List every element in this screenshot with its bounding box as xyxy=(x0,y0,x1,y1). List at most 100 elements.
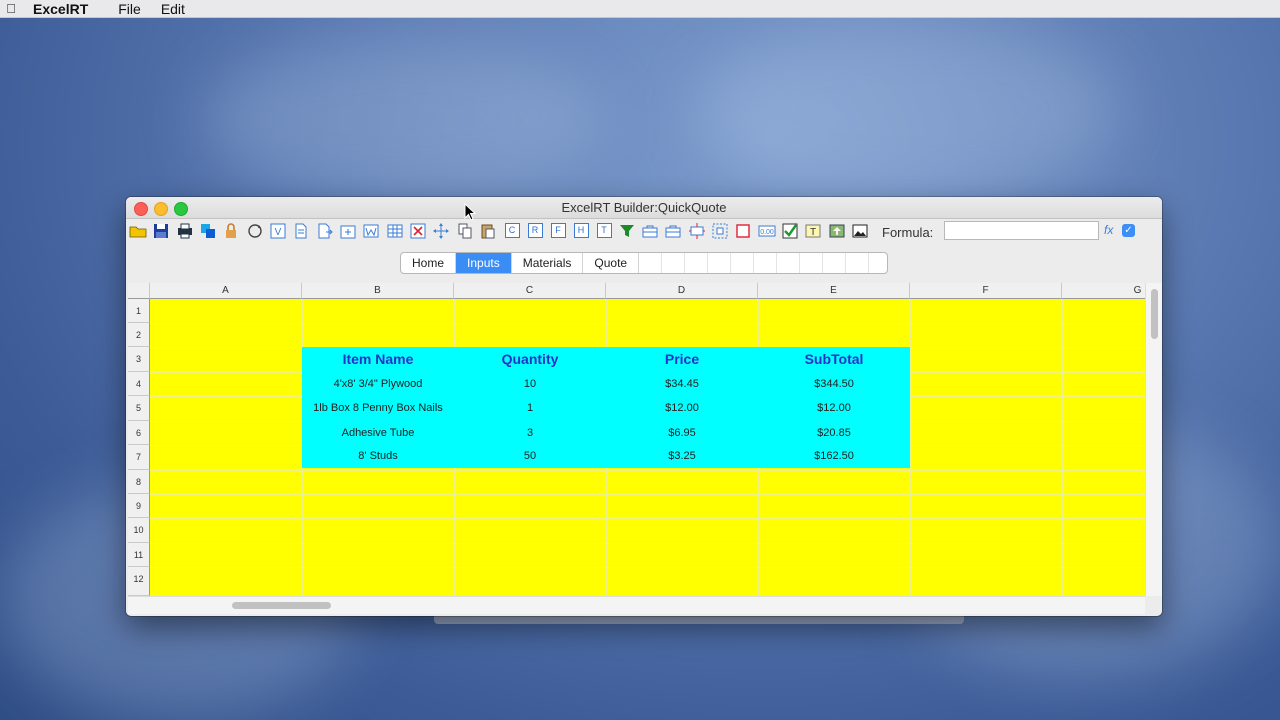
expand-icon[interactable] xyxy=(687,222,707,240)
title-bar[interactable]: ExcelRT Builder:QuickQuote xyxy=(126,197,1162,219)
row-header[interactable]: 6 xyxy=(128,421,150,445)
copy-sheet-icon[interactable] xyxy=(198,222,218,240)
w-icon[interactable] xyxy=(361,222,381,240)
table-cell[interactable]: $6.95 xyxy=(606,421,758,445)
insert-row-icon[interactable] xyxy=(315,222,335,240)
toolbox2-icon[interactable] xyxy=(663,222,683,240)
column-header[interactable]: F xyxy=(910,283,1062,299)
t-icon[interactable]: T xyxy=(596,223,612,238)
tab-empty[interactable] xyxy=(731,253,755,273)
checkbox-icon[interactable] xyxy=(780,222,800,240)
h-icon[interactable]: H xyxy=(573,223,589,238)
refresh-icon[interactable] xyxy=(245,222,265,240)
tab-empty[interactable] xyxy=(708,253,732,273)
table-cell[interactable]: Adhesive Tube xyxy=(302,421,454,445)
table-header-cell[interactable]: Quantity xyxy=(454,347,606,372)
menu-edit[interactable]: Edit xyxy=(161,1,185,17)
table-cell[interactable]: 50 xyxy=(454,445,606,468)
copy-icon[interactable] xyxy=(455,222,475,240)
formula-input[interactable] xyxy=(944,221,1099,240)
number-format-icon[interactable]: 0.00 xyxy=(757,222,777,240)
horizontal-scroll-thumb[interactable] xyxy=(232,602,331,609)
row-header[interactable]: 3 xyxy=(128,347,150,372)
tab-home[interactable]: Home xyxy=(401,253,457,273)
vertical-scrollbar[interactable] xyxy=(1145,283,1162,596)
tab-empty[interactable] xyxy=(662,253,686,273)
table-cell[interactable]: 1lb Box 8 Penny Box Nails xyxy=(302,396,454,421)
f-icon[interactable]: F xyxy=(550,223,566,238)
column-header[interactable]: C xyxy=(454,283,606,299)
table-cell[interactable]: $20.85 xyxy=(758,421,910,445)
table-cell[interactable]: 3 xyxy=(454,421,606,445)
v-icon[interactable]: V xyxy=(268,222,288,240)
vertical-scroll-thumb[interactable] xyxy=(1151,289,1158,339)
row-header[interactable]: 5 xyxy=(128,396,150,421)
table-header-cell[interactable]: SubTotal xyxy=(758,347,910,372)
grid-icon[interactable] xyxy=(385,222,405,240)
table-header-cell[interactable]: Item Name xyxy=(302,347,454,372)
c-icon[interactable]: C xyxy=(504,223,520,238)
row-header[interactable]: 10 xyxy=(128,518,150,543)
table-cell[interactable]: $3.25 xyxy=(606,445,758,468)
corner-header[interactable] xyxy=(128,283,150,299)
table-cell[interactable]: $34.45 xyxy=(606,372,758,396)
column-header[interactable]: G xyxy=(1062,283,1145,299)
close-window-button[interactable] xyxy=(134,202,148,216)
document-icon[interactable] xyxy=(291,222,311,240)
delete-icon[interactable] xyxy=(408,222,428,240)
row-header[interactable]: 4 xyxy=(128,372,150,396)
table-cell[interactable]: 1 xyxy=(454,396,606,421)
column-header[interactable]: E xyxy=(758,283,910,299)
horizontal-scrollbar[interactable] xyxy=(128,596,1145,614)
open-folder-icon[interactable] xyxy=(128,222,148,240)
filter-icon[interactable] xyxy=(617,222,637,240)
table-cell[interactable]: $162.50 xyxy=(758,445,910,468)
paste-icon[interactable] xyxy=(478,222,498,240)
row-header[interactable]: 2 xyxy=(128,323,150,347)
table-cell[interactable]: $344.50 xyxy=(758,372,910,396)
row-header[interactable]: 11 xyxy=(128,543,150,567)
tab-empty[interactable] xyxy=(846,253,870,273)
menu-app-name[interactable]: ExcelRT xyxy=(33,1,88,17)
table-cell[interactable]: 4'x8' 3/4" Plywood xyxy=(302,372,454,396)
table-header-cell[interactable]: Price xyxy=(606,347,758,372)
column-header[interactable]: B xyxy=(302,283,454,299)
fx-icon[interactable]: fx xyxy=(1104,223,1113,237)
column-header[interactable]: D xyxy=(606,283,758,299)
r-icon[interactable]: R xyxy=(527,223,543,238)
menu-file[interactable]: File xyxy=(118,1,141,17)
table-cell[interactable]: 10 xyxy=(454,372,606,396)
insert-column-icon[interactable] xyxy=(338,222,358,240)
tab-quote[interactable]: Quote xyxy=(583,253,640,273)
move-icon[interactable] xyxy=(431,222,451,240)
spreadsheet-grid[interactable]: A B C D E F G 1 2 3 4 5 6 7 8 9 10 11 12 xyxy=(128,283,1145,596)
table-cell[interactable]: 8' Studs xyxy=(302,445,454,468)
picture-icon[interactable] xyxy=(850,222,870,240)
table-cell[interactable]: $12.00 xyxy=(758,396,910,421)
tab-empty[interactable] xyxy=(823,253,847,273)
border-icon[interactable] xyxy=(733,222,753,240)
print-icon[interactable] xyxy=(175,222,195,240)
tab-empty[interactable] xyxy=(685,253,709,273)
toolbox-icon[interactable] xyxy=(640,222,660,240)
tab-materials[interactable]: Materials xyxy=(512,253,584,273)
tab-empty[interactable] xyxy=(777,253,801,273)
tab-inputs[interactable]: Inputs xyxy=(456,253,512,273)
textbox-icon[interactable]: T xyxy=(803,222,823,240)
lock-icon[interactable] xyxy=(221,222,241,240)
row-header[interactable]: 8 xyxy=(128,470,150,494)
save-icon[interactable] xyxy=(151,222,171,240)
minimize-window-button[interactable] xyxy=(154,202,168,216)
apple-menu-icon[interactable]:  xyxy=(0,1,26,16)
select-icon[interactable] xyxy=(710,222,730,240)
row-header[interactable]: 9 xyxy=(128,494,150,518)
tab-empty[interactable] xyxy=(800,253,824,273)
image-up-icon[interactable] xyxy=(827,222,847,240)
zoom-window-button[interactable] xyxy=(174,202,188,216)
cells-area[interactable]: Item Name Quantity Price SubTotal 4'x8' … xyxy=(150,299,1145,596)
column-header[interactable]: A xyxy=(150,283,302,299)
tab-empty[interactable] xyxy=(639,253,663,273)
row-header[interactable]: 12 xyxy=(128,567,150,596)
row-header[interactable]: 7 xyxy=(128,445,150,470)
row-header[interactable]: 1 xyxy=(128,299,150,323)
